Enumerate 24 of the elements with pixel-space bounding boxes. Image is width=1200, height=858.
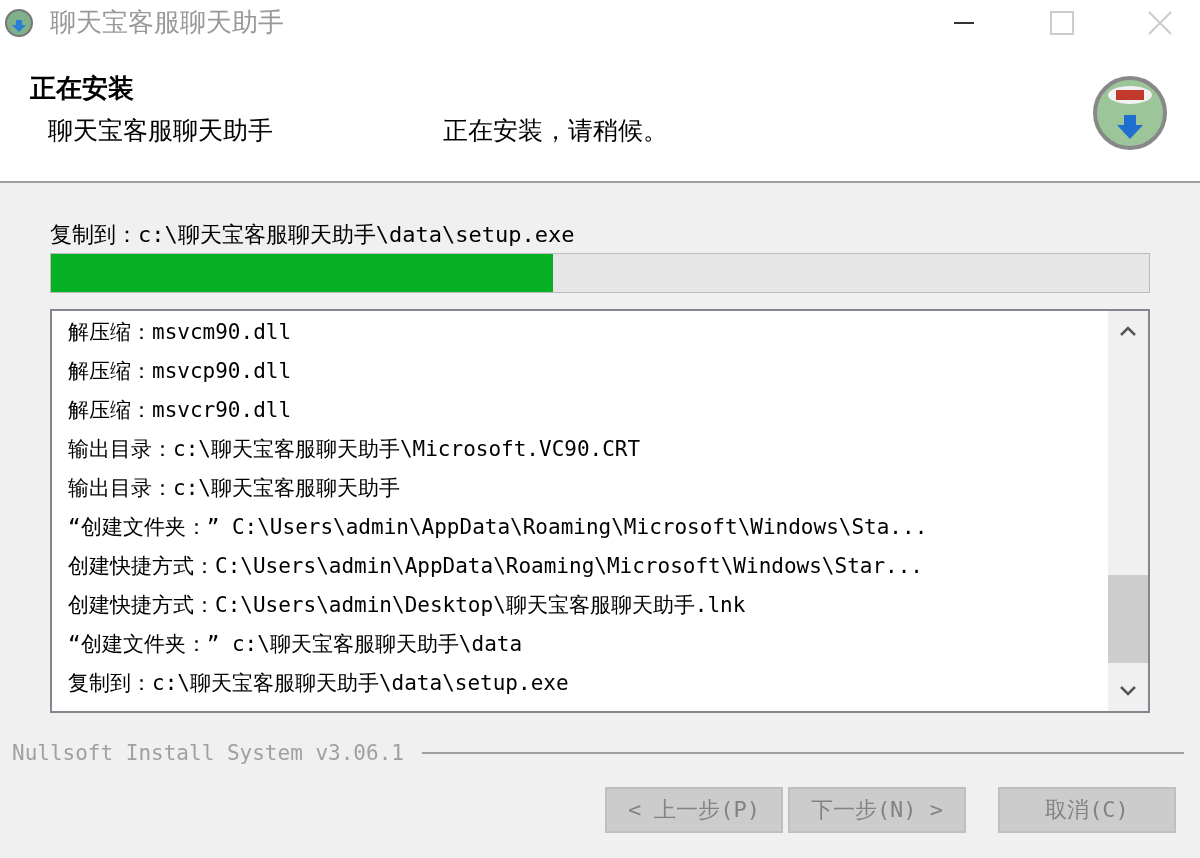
app-icon — [4, 7, 34, 38]
close-icon[interactable] — [1148, 10, 1172, 35]
window-title: 聊天宝客服聊天助手 — [50, 6, 284, 39]
scroll-up-icon[interactable] — [1119, 325, 1137, 337]
page-message: 正在安装，请稍候。 — [443, 115, 668, 147]
log-entry: 解压缩：msvcr90.dll — [68, 397, 293, 424]
log-entry: 输出目录：c:\聊天宝客服聊天助手\Microsoft.VC90.CRT — [68, 436, 642, 463]
log-entry: “创建文件夹：” C:\Users\admin\AppData\Roaming\Microsoft\Windows\Sta... — [68, 514, 929, 541]
log-entry: 解压缩：msvcm90.dll — [68, 319, 293, 346]
scroll-down-icon[interactable] — [1119, 685, 1137, 697]
scrollbar[interactable] — [1108, 311, 1148, 711]
log-entry: 复制到：c:\聊天宝客服聊天助手\data\setup.exe — [68, 670, 570, 697]
installer-logo-icon — [1092, 75, 1168, 151]
log-entry: 创建快捷方式：C:\Users\admin\Desktop\聊天宝客服聊天助手.lnk — [68, 592, 747, 619]
status-text: 复制到：c:\聊天宝客服聊天助手\data\setup.exe — [50, 221, 576, 249]
page-subtitle: 聊天宝客服聊天助手 — [48, 115, 274, 147]
scrollbar-thumb[interactable] — [1108, 575, 1148, 663]
log-entry: 解压缩：msvcp90.dll — [68, 358, 293, 385]
log-entry: 创建快捷方式：C:\Users\admin\AppData\Roaming\Microsoft\Windows\Star... — [68, 553, 924, 580]
log-entry: “创建文件夹：” c:\聊天宝客服聊天助手\data — [68, 631, 524, 658]
log-entry: 输出目录：c:\聊天宝客服聊天助手 — [68, 475, 401, 502]
maximize-icon[interactable] — [1050, 10, 1074, 35]
branding-text: Nullsoft Install System v3.06.1 — [12, 741, 404, 765]
page-title: 正在安装 — [30, 72, 135, 105]
